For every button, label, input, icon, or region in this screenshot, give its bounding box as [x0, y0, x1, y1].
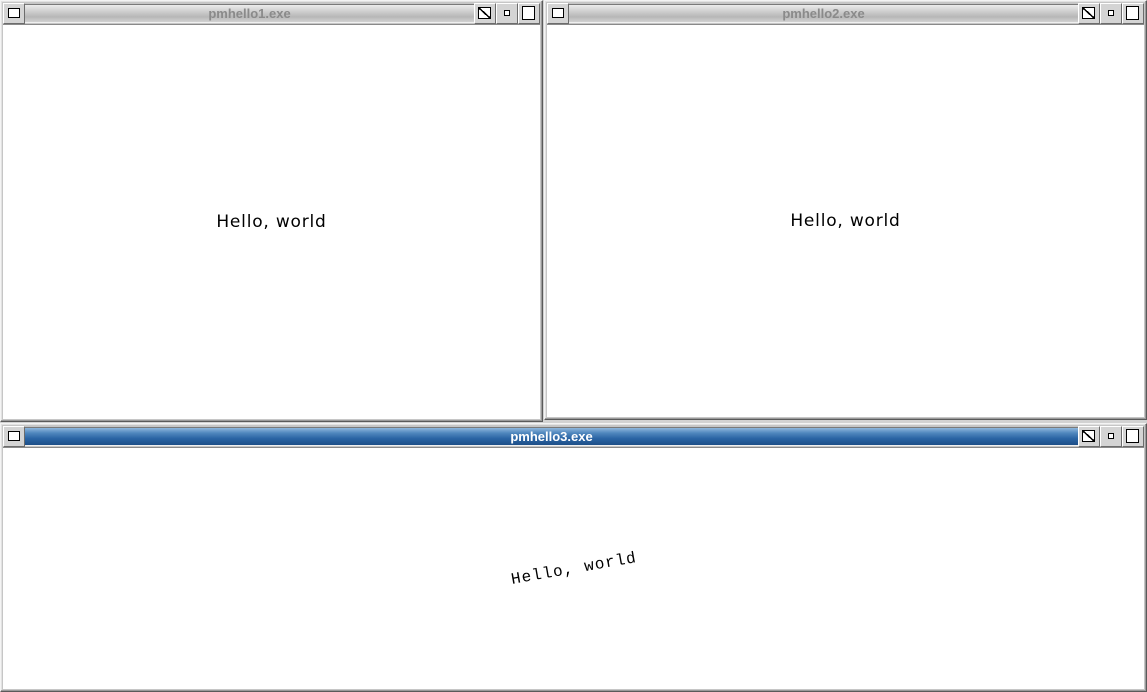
titlebar[interactable]: pmhello1.exe [3, 3, 540, 24]
minimize-icon [1108, 433, 1114, 439]
window-title[interactable]: pmhello2.exe [569, 4, 1078, 23]
maximize-button[interactable] [1122, 426, 1144, 447]
maximize-icon [522, 6, 535, 20]
hello-text: Hello, world [509, 548, 638, 589]
minimize-button[interactable] [496, 3, 518, 24]
window-title[interactable]: pmhello1.exe [25, 4, 474, 23]
window-pmhello2[interactable]: pmhello2.exe Hello, world [544, 0, 1147, 420]
maximize-icon [1126, 429, 1139, 443]
maximize-icon [1126, 6, 1139, 20]
system-menu-button[interactable] [3, 3, 25, 24]
client-area[interactable]: Hello, world [3, 24, 540, 419]
maximize-button[interactable] [1122, 3, 1144, 24]
minimize-icon [1108, 10, 1114, 16]
hello-text: Hello, world [216, 212, 327, 232]
window-menu-icon [478, 7, 491, 19]
titlebar[interactable]: pmhello2.exe [547, 3, 1144, 24]
minimize-icon [504, 10, 510, 16]
system-menu-icon [8, 8, 20, 18]
system-menu-icon [552, 8, 564, 18]
system-menu-button[interactable] [3, 426, 25, 447]
system-menu-button[interactable] [547, 3, 569, 24]
window-menu-button[interactable] [1078, 3, 1100, 24]
titlebar[interactable]: pmhello3.exe [3, 426, 1144, 447]
window-pmhello1[interactable]: pmhello1.exe Hello, world [0, 0, 543, 422]
window-menu-icon [1082, 7, 1095, 19]
window-pmhello3[interactable]: pmhello3.exe Hello, world [0, 423, 1147, 692]
system-menu-icon [8, 431, 20, 441]
maximize-button[interactable] [518, 3, 540, 24]
window-menu-button[interactable] [1078, 426, 1100, 447]
client-area[interactable]: Hello, world [3, 447, 1144, 689]
minimize-button[interactable] [1100, 3, 1122, 24]
minimize-button[interactable] [1100, 426, 1122, 447]
window-menu-icon [1082, 430, 1095, 442]
hello-text: Hello, world [790, 211, 901, 231]
client-area[interactable]: Hello, world [547, 24, 1144, 417]
window-title[interactable]: pmhello3.exe [25, 427, 1078, 446]
window-menu-button[interactable] [474, 3, 496, 24]
